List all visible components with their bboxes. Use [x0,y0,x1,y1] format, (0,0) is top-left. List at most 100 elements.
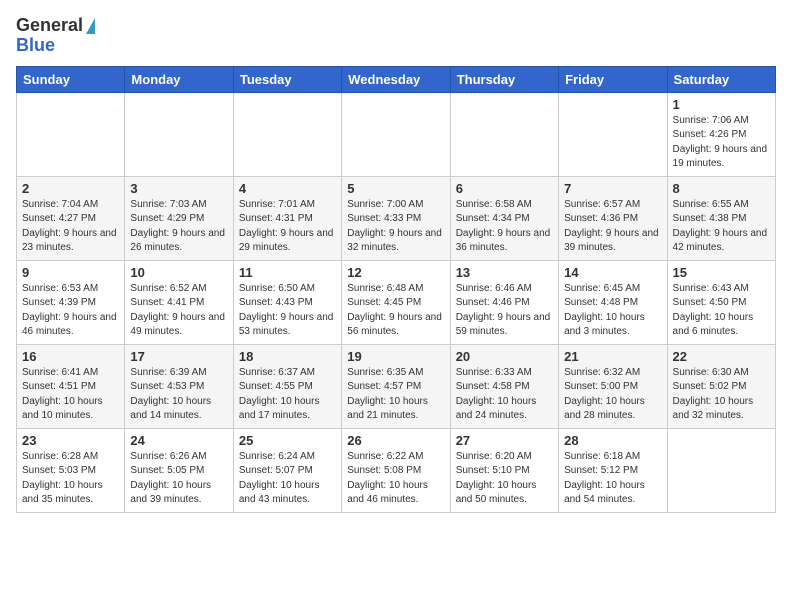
calendar-cell: 24 Sunrise: 6:26 AM Sunset: 5:05 PM Dayli… [125,428,233,512]
day-number: 27 [456,433,553,448]
calendar-cell: 1 Sunrise: 7:06 AM Sunset: 4:26 PM Daylig… [667,92,775,176]
day-number: 17 [130,349,227,364]
day-number: 18 [239,349,336,364]
day-info: Sunrise: 7:01 AM Sunset: 4:31 PM Dayligh… [239,198,336,256]
calendar-cell [17,92,125,176]
calendar-cell: 27 Sunrise: 6:20 AM Sunset: 5:10 PM Dayli… [450,428,558,512]
day-number: 28 [564,433,661,448]
calendar-cell: 23Sunrise: 6:28 AM Sunset: 5:03 PM Dayli… [17,428,125,512]
calendar-cell: 26 Sunrise: 6:22 AM Sunset: 5:08 PM Dayli… [342,428,450,512]
day-number: 14 [564,265,661,280]
day-number: 7 [564,181,661,196]
weekday-header-monday: Monday [125,66,233,92]
calendar-week-2: 2 Sunrise: 7:04 AM Sunset: 4:27 PM Daylig… [17,176,776,260]
day-number: 25 [239,433,336,448]
day-info: Sunrise: 6:43 AM Sunset: 4:50 PM Dayligh… [673,282,770,340]
day-number: 12 [347,265,444,280]
day-number: 22 [673,349,770,364]
day-info: Sunrise: 6:18 AM Sunset: 5:12 PM Dayligh… [564,450,661,508]
day-info: Sunrise: 6:22 AM Sunset: 5:08 PM Dayligh… [347,450,444,508]
weekday-header-saturday: Saturday [667,66,775,92]
day-number: 21 [564,349,661,364]
day-number: 1 [673,97,770,112]
weekday-header-sunday: Sunday [17,66,125,92]
day-info: Sunrise: 6:46 AM Sunset: 4:46 PM Dayligh… [456,282,553,340]
day-info: Sunrise: 7:04 AM Sunset: 4:27 PM Dayligh… [22,198,119,256]
day-number: 2 [22,181,119,196]
day-info: Sunrise: 7:06 AM Sunset: 4:26 PM Dayligh… [673,114,770,172]
weekday-header-wednesday: Wednesday [342,66,450,92]
day-info: Sunrise: 6:32 AM Sunset: 5:00 PM Dayligh… [564,366,661,424]
day-number: 26 [347,433,444,448]
calendar-cell: 19 Sunrise: 6:35 AM Sunset: 4:57 PM Dayli… [342,344,450,428]
day-number: 4 [239,181,336,196]
day-number: 16 [22,349,119,364]
calendar-table: SundayMondayTuesdayWednesdayThursdayFrid… [16,66,776,513]
calendar-cell: 15 Sunrise: 6:43 AM Sunset: 4:50 PM Dayli… [667,260,775,344]
calendar-week-3: 9 Sunrise: 6:53 AM Sunset: 4:39 PM Daylig… [17,260,776,344]
calendar-cell: 20Sunrise: 6:33 AM Sunset: 4:58 PM Dayli… [450,344,558,428]
day-info: Sunrise: 6:24 AM Sunset: 5:07 PM Dayligh… [239,450,336,508]
day-number: 19 [347,349,444,364]
calendar-week-5: 23Sunrise: 6:28 AM Sunset: 5:03 PM Dayli… [17,428,776,512]
weekday-header-thursday: Thursday [450,66,558,92]
calendar-cell: 8Sunrise: 6:55 AM Sunset: 4:38 PM Daylig… [667,176,775,260]
calendar-cell [450,92,558,176]
calendar-cell: 4 Sunrise: 7:01 AM Sunset: 4:31 PM Daylig… [233,176,341,260]
weekday-header-friday: Friday [559,66,667,92]
logo-blue: Blue [16,36,95,56]
calendar-week-4: 16 Sunrise: 6:41 AM Sunset: 4:51 PM Dayli… [17,344,776,428]
calendar-cell: 3Sunrise: 7:03 AM Sunset: 4:29 PM Daylig… [125,176,233,260]
calendar-cell: 2 Sunrise: 7:04 AM Sunset: 4:27 PM Daylig… [17,176,125,260]
day-info: Sunrise: 6:20 AM Sunset: 5:10 PM Dayligh… [456,450,553,508]
calendar-cell [125,92,233,176]
day-info: Sunrise: 6:35 AM Sunset: 4:57 PM Dayligh… [347,366,444,424]
day-info: Sunrise: 6:52 AM Sunset: 4:41 PM Dayligh… [130,282,227,340]
calendar-cell [667,428,775,512]
calendar-cell: 9 Sunrise: 6:53 AM Sunset: 4:39 PM Daylig… [17,260,125,344]
calendar-cell: 12 Sunrise: 6:48 AM Sunset: 4:45 PM Dayli… [342,260,450,344]
day-info: Sunrise: 7:00 AM Sunset: 4:33 PM Dayligh… [347,198,444,256]
day-info: Sunrise: 6:39 AM Sunset: 4:53 PM Dayligh… [130,366,227,424]
day-info: Sunrise: 6:26 AM Sunset: 5:05 PM Dayligh… [130,450,227,508]
day-number: 24 [130,433,227,448]
day-number: 6 [456,181,553,196]
day-info: Sunrise: 6:41 AM Sunset: 4:51 PM Dayligh… [22,366,119,424]
day-info: Sunrise: 6:58 AM Sunset: 4:34 PM Dayligh… [456,198,553,256]
calendar-cell: 18 Sunrise: 6:37 AM Sunset: 4:55 PM Dayli… [233,344,341,428]
calendar-cell: 11Sunrise: 6:50 AM Sunset: 4:43 PM Dayli… [233,260,341,344]
day-number: 8 [673,181,770,196]
day-number: 15 [673,265,770,280]
day-number: 9 [22,265,119,280]
calendar-body: 1 Sunrise: 7:06 AM Sunset: 4:26 PM Daylig… [17,92,776,512]
calendar-cell: 7 Sunrise: 6:57 AM Sunset: 4:36 PM Daylig… [559,176,667,260]
calendar-week-1: 1 Sunrise: 7:06 AM Sunset: 4:26 PM Daylig… [17,92,776,176]
weekday-header-tuesday: Tuesday [233,66,341,92]
day-number: 11 [239,265,336,280]
calendar-cell: 22 Sunrise: 6:30 AM Sunset: 5:02 PM Dayli… [667,344,775,428]
weekday-header-row: SundayMondayTuesdayWednesdayThursdayFrid… [17,66,776,92]
day-info: Sunrise: 6:37 AM Sunset: 4:55 PM Dayligh… [239,366,336,424]
day-info: Sunrise: 6:30 AM Sunset: 5:02 PM Dayligh… [673,366,770,424]
calendar-cell [233,92,341,176]
calendar-cell: 10 Sunrise: 6:52 AM Sunset: 4:41 PM Dayli… [125,260,233,344]
calendar-cell: 25 Sunrise: 6:24 AM Sunset: 5:07 PM Dayli… [233,428,341,512]
day-number: 5 [347,181,444,196]
day-info: Sunrise: 6:45 AM Sunset: 4:48 PM Dayligh… [564,282,661,340]
calendar-cell: 6 Sunrise: 6:58 AM Sunset: 4:34 PM Daylig… [450,176,558,260]
day-number: 20 [456,349,553,364]
calendar-cell: 16 Sunrise: 6:41 AM Sunset: 4:51 PM Dayli… [17,344,125,428]
day-info: Sunrise: 6:53 AM Sunset: 4:39 PM Dayligh… [22,282,119,340]
calendar-cell: 14 Sunrise: 6:45 AM Sunset: 4:48 PM Dayli… [559,260,667,344]
day-info: Sunrise: 6:57 AM Sunset: 4:36 PM Dayligh… [564,198,661,256]
day-number: 3 [130,181,227,196]
calendar-cell [559,92,667,176]
day-number: 10 [130,265,227,280]
calendar-cell: 21 Sunrise: 6:32 AM Sunset: 5:00 PM Dayli… [559,344,667,428]
day-info: Sunrise: 6:48 AM Sunset: 4:45 PM Dayligh… [347,282,444,340]
calendar-cell: 5 Sunrise: 7:00 AM Sunset: 4:33 PM Daylig… [342,176,450,260]
logo: General Blue [16,16,95,56]
page-header: General Blue [16,16,776,56]
calendar-cell: 28 Sunrise: 6:18 AM Sunset: 5:12 PM Dayli… [559,428,667,512]
calendar-cell: 17 Sunrise: 6:39 AM Sunset: 4:53 PM Dayli… [125,344,233,428]
